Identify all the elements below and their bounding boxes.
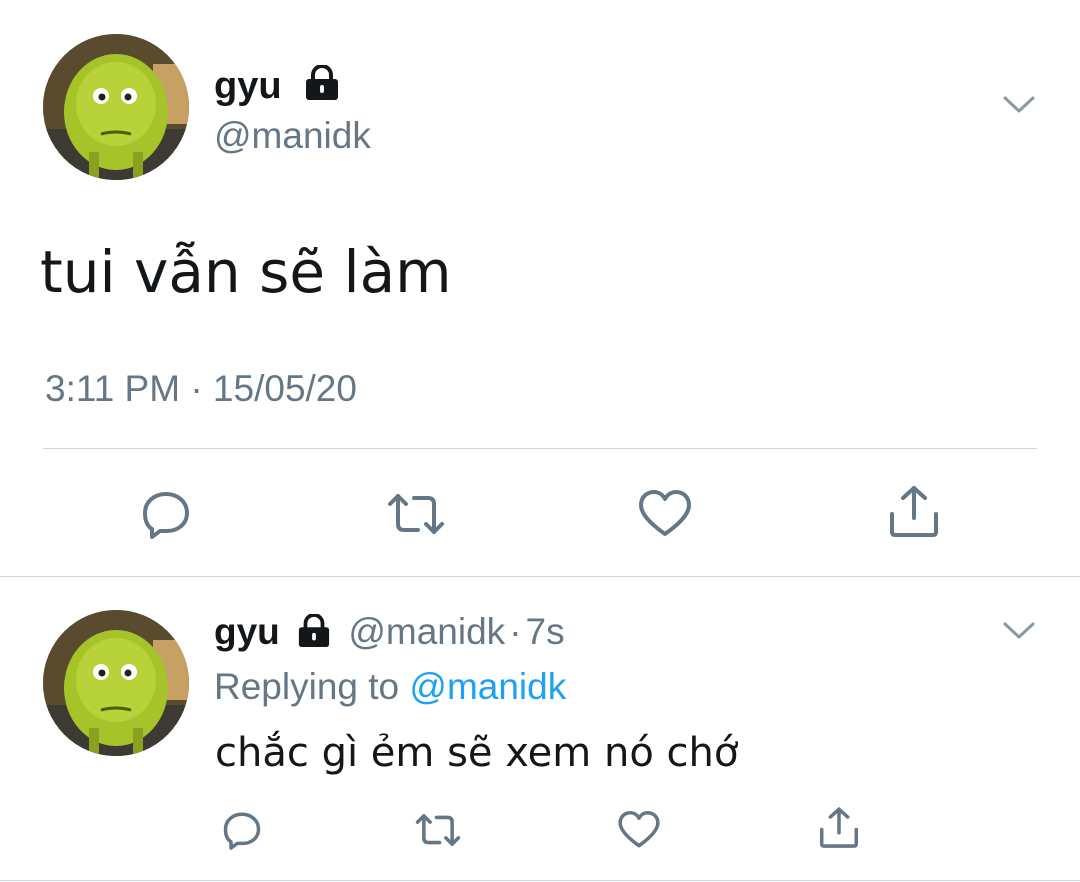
replying-to-line: Replying to @manidk (214, 664, 566, 710)
share-icon[interactable] (817, 806, 861, 850)
lock-icon (294, 614, 334, 648)
divider (43, 448, 1037, 449)
like-icon[interactable] (636, 486, 694, 542)
display-name[interactable]: gyu (214, 611, 280, 652)
avatar-image (43, 34, 189, 180)
tweet-timestamp[interactable]: 3:11 PM · 15/05/20 (45, 366, 357, 412)
separator-dot: · (509, 611, 522, 652)
reply-icon[interactable] (220, 808, 264, 852)
reply-header: gyu @manidk · 7s (214, 610, 565, 654)
tweet-text: tui vẫn sẽ làm (40, 238, 452, 306)
tweet-age[interactable]: 7s (526, 611, 565, 652)
replying-to-link[interactable]: @manidk (409, 666, 566, 707)
reply-icon[interactable] (138, 486, 194, 542)
display-name[interactable]: gyu (214, 64, 282, 108)
retweet-icon[interactable] (412, 808, 464, 852)
avatar-image (43, 610, 189, 756)
divider (0, 880, 1080, 881)
replying-prefix: Replying to (214, 666, 400, 707)
lock-icon (302, 65, 342, 101)
chevron-down-icon[interactable] (1002, 94, 1036, 116)
avatar[interactable] (43, 34, 189, 180)
divider (0, 576, 1080, 577)
chevron-down-icon[interactable] (1002, 620, 1036, 642)
user-handle[interactable]: @manidk (348, 611, 505, 652)
avatar[interactable] (43, 610, 189, 756)
like-icon[interactable] (616, 808, 662, 852)
user-handle[interactable]: @manidk (214, 114, 371, 158)
retweet-icon[interactable] (384, 486, 448, 542)
tweet-text: chắc gì ẻm sẽ xem nó chớ (215, 730, 739, 776)
share-icon[interactable] (886, 484, 942, 540)
